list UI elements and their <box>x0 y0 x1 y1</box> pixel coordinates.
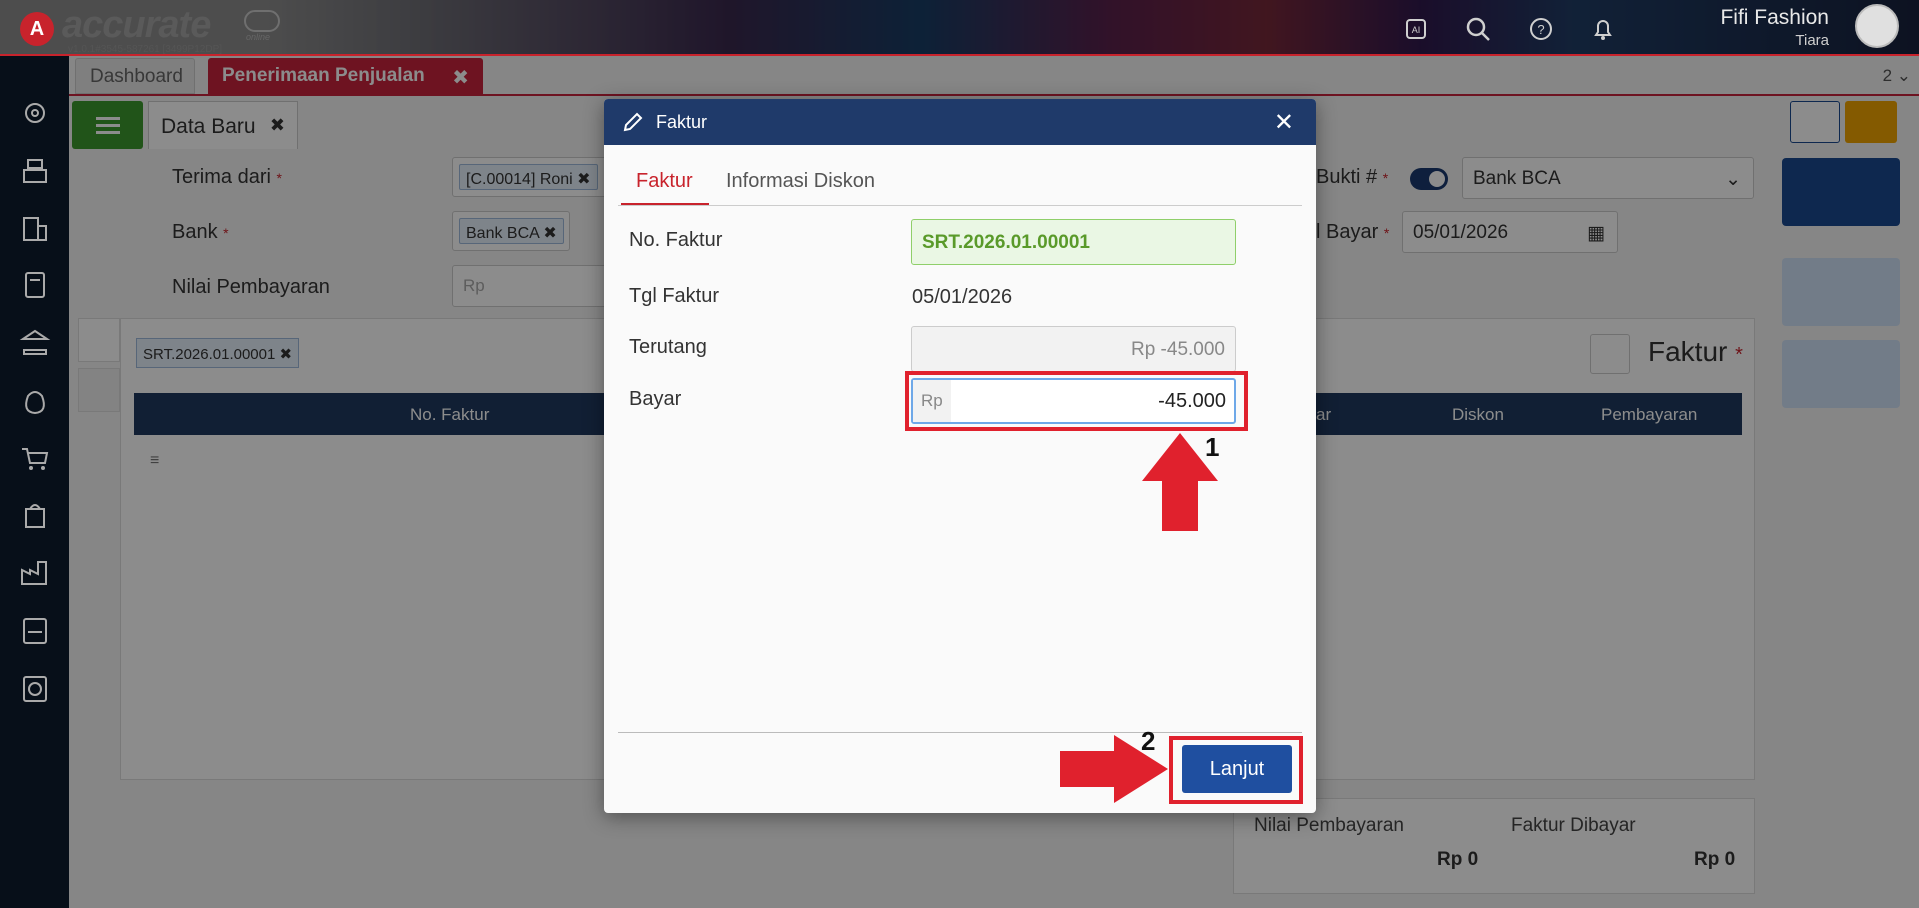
terutang-field: Rp -45.000 <box>911 326 1236 372</box>
shopping-bag-icon[interactable] <box>18 498 52 532</box>
close-icon[interactable]: ✕ <box>1274 108 1294 137</box>
bayar-label: Bayar <box>629 388 682 410</box>
tgl-faktur-label: Tgl Faktur <box>629 285 720 307</box>
help-icon[interactable]: ? <box>1526 14 1556 44</box>
building-icon[interactable] <box>18 212 52 246</box>
modal-header: Faktur ✕ <box>604 99 1316 145</box>
footer-divider <box>618 732 1302 733</box>
bank-icon[interactable] <box>18 326 52 360</box>
terutang-label: Terutang <box>629 336 707 358</box>
user-subtitle: Tiara <box>1795 32 1829 49</box>
modal-title: Faktur <box>656 112 708 132</box>
logo-cloud-text: online <box>246 32 271 42</box>
pencil-icon <box>623 112 643 132</box>
no-faktur-label: No. Faktur <box>629 229 723 251</box>
tgl-faktur-value: 05/01/2026 <box>912 286 1013 308</box>
report-chart-icon[interactable] <box>18 672 52 706</box>
factory-icon[interactable] <box>18 556 52 590</box>
tab-informasi-diskon[interactable]: Informasi Diskon <box>726 170 875 193</box>
cart-icon[interactable] <box>18 441 52 475</box>
tax-icon[interactable] <box>18 614 52 648</box>
highlight-box-bayar <box>905 371 1248 431</box>
highlight-box-lanjut <box>1169 736 1303 804</box>
svg-text:AI: AI <box>1412 25 1421 35</box>
header-divider <box>0 54 1919 56</box>
user-name[interactable]: Fifi Fashion <box>1720 6 1829 30</box>
tab-faktur[interactable]: Faktur <box>636 170 693 193</box>
svg-text:?: ? <box>1537 22 1544 37</box>
cloud-icon <box>244 10 280 32</box>
cash-register-icon[interactable] <box>18 154 52 188</box>
avatar[interactable] <box>1855 4 1899 48</box>
bell-icon[interactable] <box>1588 14 1618 44</box>
money-bag-icon[interactable] <box>18 384 52 418</box>
logo-text: accurate <box>62 4 211 46</box>
up-arrow-icon <box>1142 433 1218 531</box>
no-faktur-field[interactable]: SRT.2026.01.00001 <box>911 219 1236 265</box>
logo-mark: A <box>20 12 54 46</box>
ledger-icon[interactable] <box>18 268 52 302</box>
ai-icon[interactable]: AI <box>1401 14 1431 44</box>
right-arrow-icon <box>1060 735 1168 803</box>
search-icon[interactable] <box>1463 14 1493 44</box>
settings-icon[interactable] <box>18 96 52 130</box>
tab-divider <box>618 205 1302 206</box>
